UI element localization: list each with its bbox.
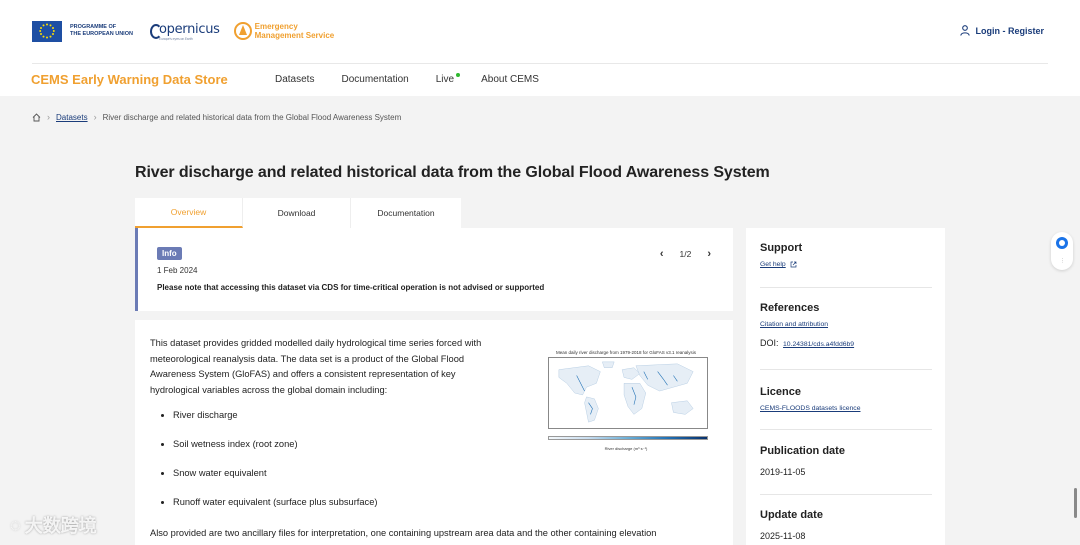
licence-heading: Licence [760, 386, 801, 398]
breadcrumb-datasets[interactable]: Datasets [56, 113, 88, 122]
sidebar-divider [760, 287, 932, 288]
nav-item-about-cems[interactable]: About CEMS [481, 74, 539, 85]
sidebar-divider [760, 369, 932, 370]
figure-title: Mean daily river discharge from 1979-201… [555, 350, 697, 355]
nav-item-datasets[interactable]: Datasets [275, 74, 314, 85]
breadcrumb-current: River discharge and related historical d… [102, 112, 402, 122]
info-notice: Info 1 Feb 2024 Please note that accessi… [135, 228, 733, 311]
doi-row: DOI: 10.24381/cds.a4fdd6b9 [760, 338, 855, 348]
sidebar-divider [760, 429, 932, 430]
info-date: 1 Feb 2024 [157, 266, 198, 275]
references-section: References Citation and attribution DOI:… [760, 302, 932, 348]
list-item: River discharge [159, 410, 377, 439]
floating-assistant-widget[interactable]: ⋮ [1051, 232, 1073, 270]
live-status-dot [456, 73, 461, 77]
dataset-sidebar: Support Get help References Citation and… [746, 228, 945, 545]
references-heading: References [760, 302, 820, 314]
info-badge: Info [157, 247, 182, 260]
list-item: Snow water equivalent [159, 468, 377, 497]
list-item: Runoff water equivalent (surface plus su… [159, 497, 377, 526]
overview-content: This dataset provides gridded modelled d… [135, 320, 733, 545]
eu-programme-label: PROGRAMME OF THE EUROPEAN UNION [70, 24, 133, 37]
eu-flag-icon [32, 20, 62, 42]
scrollbar-thumb[interactable] [1074, 488, 1077, 518]
watermark-icon: ◌ [10, 514, 21, 535]
citation-link[interactable]: Citation and attribution [760, 321, 932, 328]
cems-logo: Emergency Management Service [233, 22, 334, 40]
doi-link[interactable]: 10.24381/cds.a4fdd6b9 [783, 341, 854, 348]
update-date: 2025-11-08 [760, 531, 806, 541]
nav-item-live[interactable]: Live [436, 73, 461, 85]
dataset-tabs: Overview Download Documentation [135, 198, 461, 228]
breadcrumb: › Datasets › River discharge and related… [32, 112, 401, 122]
brand-title[interactable]: CEMS Early Warning Data Store [31, 72, 228, 87]
publication-section: Publication date 2019-11-05 [760, 445, 932, 477]
world-map-image [548, 357, 708, 429]
tab-overview[interactable]: Overview [135, 198, 243, 228]
support-heading: Support [760, 242, 803, 254]
pager-count: 1/2 [679, 249, 692, 259]
colorbar-label: River discharge (m³ s⁻¹) [604, 446, 648, 451]
sidebar-divider [760, 494, 932, 495]
external-link-icon [790, 261, 797, 268]
main-nav: Datasets Documentation Live About CEMS [275, 73, 566, 85]
tab-documentation[interactable]: Documentation [351, 198, 461, 228]
variable-list: River discharge Soil wetness index (root… [159, 410, 377, 526]
home-icon[interactable] [32, 112, 41, 122]
discharge-colorbar [548, 436, 708, 440]
nav-item-documentation[interactable]: Documentation [341, 74, 408, 85]
top-header: PROGRAMME OF THE EUROPEAN UNION opernicu… [0, 0, 1080, 96]
user-icon [960, 25, 971, 36]
publication-date: 2019-11-05 [760, 467, 806, 477]
cems-mark-icon [233, 22, 252, 40]
assistant-icon [1056, 237, 1068, 249]
dataset-description: This dataset provides gridded modelled d… [150, 338, 482, 395]
licence-link[interactable]: CEMS-FLOODS datasets licence [760, 405, 932, 412]
page-title: River discharge and related historical d… [135, 164, 770, 181]
notice-pager: ‹ 1/2 › [660, 248, 711, 260]
update-heading: Update date [760, 509, 823, 521]
tab-download[interactable]: Download [243, 198, 351, 228]
chevron-right-icon: › [47, 112, 50, 122]
get-help-link[interactable]: Get help [760, 261, 932, 268]
more-icon: ⋮ [1060, 258, 1065, 264]
watermark-logo: ◌ 大数跨境 [10, 514, 97, 537]
info-message: Please note that accessing this dataset … [157, 283, 545, 292]
licence-section: Licence CEMS-FLOODS datasets licence [760, 386, 932, 412]
chevron-right-icon: › [93, 112, 97, 122]
chevron-right-icon[interactable]: › [707, 248, 711, 260]
login-register-link[interactable]: Login - Register [960, 25, 1044, 36]
copernicus-logo: opernicus Europe's eyes on Earth [150, 22, 220, 41]
partner-logos[interactable]: PROGRAMME OF THE EUROPEAN UNION opernicu… [32, 18, 334, 44]
discharge-map-figure: Mean daily river discharge from 1979-201… [540, 350, 712, 453]
chevron-left-icon[interactable]: ‹ [660, 248, 664, 260]
header-divider [32, 63, 1048, 64]
support-section: Support Get help [760, 242, 932, 268]
list-item: Soil wetness index (root zone) [159, 439, 377, 468]
publication-heading: Publication date [760, 445, 845, 457]
update-section: Update date 2025-11-08 [760, 509, 932, 541]
ancillary-description: Also provided are two ancillary files fo… [150, 528, 657, 538]
